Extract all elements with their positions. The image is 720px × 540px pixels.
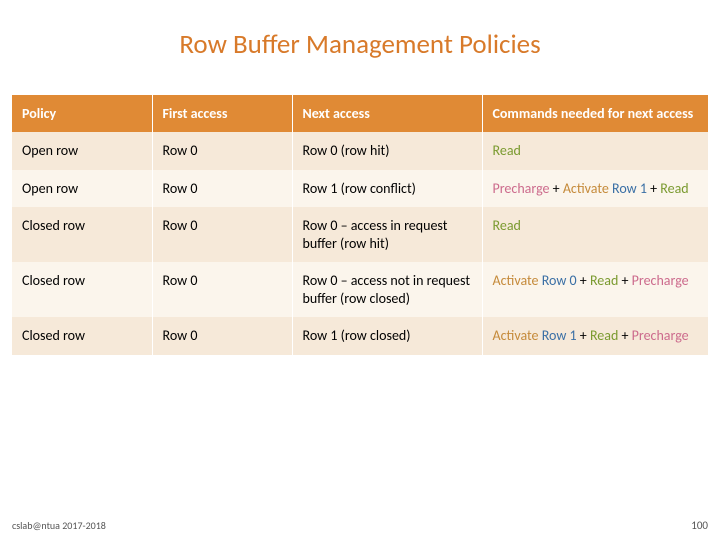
cmd-fragment: Activate [493,272,539,289]
cell-first: Row 0 [152,207,292,262]
cmd-fragment: Precharge [632,327,689,344]
cell-first: Row 0 [152,132,292,170]
cell-first: Row 0 [152,317,292,355]
table-row: Open rowRow 0Row 1 (row conflict)Prechar… [12,170,708,208]
cmd-fragment: Read [590,272,618,289]
slide-title: Row Buffer Management Policies [12,28,708,61]
cell-policy: Open row [12,132,152,170]
table-row: Closed rowRow 0Row 0 – access not in req… [12,262,708,317]
cmd-fragment: + [618,327,631,344]
cmd-fragment: Read [493,142,521,159]
footer-text: cslab@ntua 2017-2018 [12,519,106,532]
cell-policy: Closed row [12,262,152,317]
cell-next: Row 1 (row closed) [292,317,482,355]
table-row: Open rowRow 0Row 0 (row hit) Read [12,132,708,170]
cell-commands: Activate Row 1 + Read + Precharge [482,317,708,355]
table-row: Closed rowRow 0Row 1 (row closed)Activat… [12,317,708,355]
cmd-fragment: Read [660,180,688,197]
cell-policy: Open row [12,170,152,208]
cmd-fragment: Precharge [632,272,689,289]
cmd-fragment: + [647,180,660,197]
cmd-fragment: + [550,180,563,197]
cmd-fragment: Read [590,327,618,344]
table-row: Closed rowRow 0Row 0 – access in request… [12,207,708,262]
cell-next: Row 0 – access in request buffer (row hi… [292,207,482,262]
cmd-fragment: Read [493,217,521,234]
cmd-fragment: + [577,327,590,344]
cell-commands: Read [482,132,708,170]
page-number: 100 [691,519,708,532]
cell-next: Row 0 – access not in request buffer (ro… [292,262,482,317]
cmd-fragment: + [618,272,631,289]
cmd-fragment: + [577,272,590,289]
cell-policy: Closed row [12,317,152,355]
cell-commands: Read [482,207,708,262]
th-policy: Policy [12,95,152,132]
th-next: Next access [292,95,482,132]
th-first: First access [152,95,292,132]
cmd-fragment: Precharge [493,180,550,197]
cell-next: Row 0 (row hit) [292,132,482,170]
cell-commands: Activate Row 0 + Read + Precharge [482,262,708,317]
cell-commands: Precharge + Activate Row 1 + Read [482,170,708,208]
cell-first: Row 0 [152,262,292,317]
th-commands: Commands needed for next access [482,95,708,132]
cmd-fragment: Row 0 [542,272,577,289]
cmd-fragment: Row 1 [542,327,577,344]
cmd-fragment: Activate [563,180,609,197]
cell-next: Row 1 (row conflict) [292,170,482,208]
cell-policy: Closed row [12,207,152,262]
slide: Row Buffer Management Policies Policy Fi… [0,0,720,540]
table-header-row: Policy First access Next access Commands… [12,95,708,132]
policy-table: Policy First access Next access Commands… [12,95,708,355]
cmd-fragment: Row 1 [612,180,647,197]
cell-first: Row 0 [152,170,292,208]
cmd-fragment: Activate [493,327,539,344]
